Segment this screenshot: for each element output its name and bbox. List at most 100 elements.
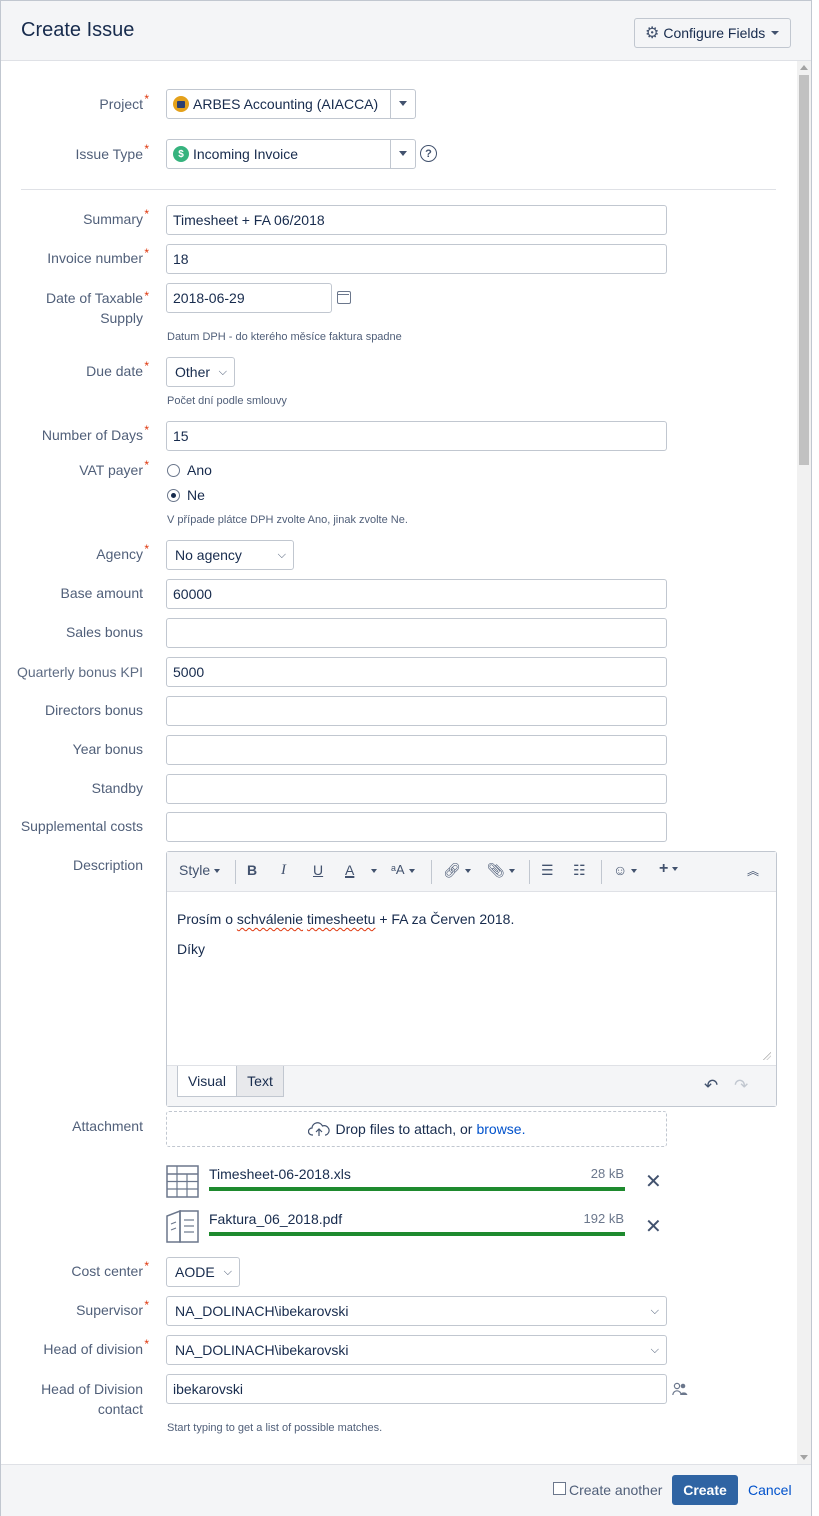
sales-bonus-input[interactable] xyxy=(166,618,667,648)
style-dropdown[interactable]: Style xyxy=(179,862,221,878)
resize-grip-icon[interactable] xyxy=(763,1052,771,1060)
sales-bonus-label: Sales bonus xyxy=(65,624,143,640)
undo-icon[interactable]: ↶ xyxy=(704,1076,718,1096)
text-color-button[interactable]: A xyxy=(345,862,354,878)
project-select[interactable]: ARBES Accounting (AIACCA) xyxy=(166,89,416,119)
summary-input[interactable]: Timesheet + FA 06/2018 xyxy=(166,205,667,235)
dialog-footer: Create another Create Cancel xyxy=(1,1464,811,1516)
redo-icon[interactable]: ↷ xyxy=(734,1076,748,1096)
tab-visual[interactable]: Visual xyxy=(177,1066,237,1097)
standby-input[interactable] xyxy=(166,774,667,804)
year-bonus-input[interactable] xyxy=(166,735,667,765)
description-editor: Style B I U A ᵃA 🔗︎ 📎︎ ☰ ☷ ☺ + ︽ Prosím … xyxy=(166,851,777,1107)
upload-progress-bar xyxy=(209,1232,625,1236)
scrollbar-thumb[interactable] xyxy=(799,75,809,465)
underline-button[interactable]: U xyxy=(313,862,323,878)
create-another-label[interactable]: Create another xyxy=(569,1482,662,1498)
due-date-help: Počet dní podle smlouvy xyxy=(167,395,287,407)
spreadsheet-file-icon xyxy=(166,1165,199,1198)
tab-text[interactable]: Text xyxy=(236,1066,284,1097)
toolbar-separator xyxy=(601,860,602,884)
vat-payer-radio-ne[interactable] xyxy=(167,489,180,502)
upload-progress-fill xyxy=(209,1187,625,1191)
create-button[interactable]: Create xyxy=(672,1475,738,1505)
chevron-down-icon xyxy=(464,869,471,874)
head-of-division-contact-input[interactable]: ibekarovski xyxy=(166,1374,667,1404)
editor-mode-tabs: Visual Text ↶ ↷ xyxy=(167,1065,776,1106)
standby-label: Standby xyxy=(91,780,143,796)
numbered-list-button[interactable]: ☷ xyxy=(573,862,586,879)
base-amount-input[interactable]: 60000 xyxy=(166,579,667,609)
bold-button[interactable]: B xyxy=(247,862,257,878)
agency-select[interactable]: No agency ⌵ xyxy=(166,540,294,570)
paperclip-icon: 📎︎ xyxy=(487,862,505,878)
invoice-number-input[interactable]: 18 xyxy=(166,244,667,274)
gear-icon: ⚙ xyxy=(645,25,660,42)
required-asterisk: * xyxy=(144,1298,149,1312)
bullet-list-button[interactable]: ☰ xyxy=(541,862,554,879)
chevron-down-icon: ⌵ xyxy=(650,1344,659,1356)
supervisor-select[interactable]: NA_DOLINACH\ibekarovski ⌵ xyxy=(166,1296,667,1326)
required-asterisk: * xyxy=(144,1259,149,1273)
file-size: 28 kB xyxy=(590,1166,624,1181)
file-name: Faktura_06_2018.pdf xyxy=(209,1211,343,1227)
combo-divider xyxy=(390,140,391,168)
directors-bonus-input[interactable] xyxy=(166,696,667,726)
close-icon[interactable]: ✕ xyxy=(645,1217,662,1237)
configure-fields-button[interactable]: ⚙ Configure Fields xyxy=(634,18,791,48)
toolbar-separator xyxy=(235,860,236,884)
required-asterisk: * xyxy=(144,542,149,556)
required-asterisk: * xyxy=(144,207,149,221)
cancel-button[interactable]: Cancel xyxy=(748,1482,792,1498)
link-icon: 🔗︎ xyxy=(443,862,461,878)
upload-progress-bar xyxy=(209,1187,625,1191)
year-bonus-label: Year bonus xyxy=(72,741,143,757)
chevron-down-icon: ⌵ xyxy=(650,1305,659,1317)
cost-center-select[interactable]: AODE ⌵ xyxy=(166,1257,240,1287)
insert-more-button[interactable]: + xyxy=(659,860,679,878)
head-of-division-select[interactable]: NA_DOLINACH\ibekarovski ⌵ xyxy=(166,1335,667,1365)
browse-link[interactable]: browse. xyxy=(476,1121,525,1137)
file-name: Timesheet-06-2018.xls xyxy=(209,1166,351,1182)
text-color-dropdown[interactable] xyxy=(367,862,377,878)
link-button[interactable]: 🔗︎ xyxy=(443,862,471,879)
upload-progress-fill xyxy=(209,1232,625,1236)
chevron-down-icon: ⌵ xyxy=(277,549,286,561)
italic-button[interactable]: I xyxy=(281,862,286,879)
calendar-icon[interactable] xyxy=(337,291,351,304)
summary-label: Summary * xyxy=(83,207,149,227)
required-asterisk: * xyxy=(144,423,149,437)
scroll-up-arrow-icon[interactable] xyxy=(800,65,808,70)
description-line-1: Prosím o schválenie timesheetu + FA za Č… xyxy=(177,911,515,927)
vat-payer-option-ano: Ano xyxy=(187,462,212,478)
dropzone-text: Drop files to attach, or xyxy=(335,1121,473,1137)
attachment-dropzone[interactable]: Drop files to attach, or browse. xyxy=(166,1111,667,1147)
description-content[interactable]: Prosím o schválenie timesheetu + FA za Č… xyxy=(177,904,514,964)
scrollbar[interactable] xyxy=(797,61,811,1464)
date-taxable-input[interactable]: 2018-06-29 xyxy=(166,283,332,313)
head-of-division-contact-label: Head of Division contact xyxy=(41,1381,143,1417)
attachment-button[interactable]: 📎︎ xyxy=(487,862,515,879)
project-label: Project * xyxy=(99,92,149,112)
user-picker-icon[interactable] xyxy=(672,1382,688,1396)
issue-type-select[interactable]: $ Incoming Invoice xyxy=(166,139,416,169)
project-avatar-icon xyxy=(173,96,189,112)
dialog-title: Create Issue xyxy=(21,19,135,41)
supplemental-costs-input[interactable] xyxy=(166,812,667,842)
required-asterisk: * xyxy=(144,142,149,156)
due-date-select[interactable]: Other ⌵ xyxy=(166,357,235,387)
double-chevron-up-icon: ︽ xyxy=(747,864,760,878)
scroll-down-arrow-icon[interactable] xyxy=(800,1455,808,1460)
number-of-days-input[interactable]: 15 xyxy=(166,421,667,451)
configure-fields-label: Configure Fields xyxy=(663,25,766,41)
text-formatting-button[interactable]: ᵃA xyxy=(391,862,415,877)
close-icon[interactable]: ✕ xyxy=(645,1172,662,1192)
issue-type-label: Issue Type * xyxy=(75,142,149,162)
help-icon[interactable]: ? xyxy=(420,145,437,162)
create-another-checkbox[interactable] xyxy=(553,1482,566,1495)
emoticon-button[interactable]: ☺ xyxy=(613,862,638,878)
collapse-toolbar-button[interactable]: ︽ xyxy=(747,862,759,879)
vat-payer-radio-ano[interactable] xyxy=(167,464,180,477)
chevron-down-icon xyxy=(508,869,515,874)
quarterly-bonus-input[interactable]: 5000 xyxy=(166,657,667,687)
